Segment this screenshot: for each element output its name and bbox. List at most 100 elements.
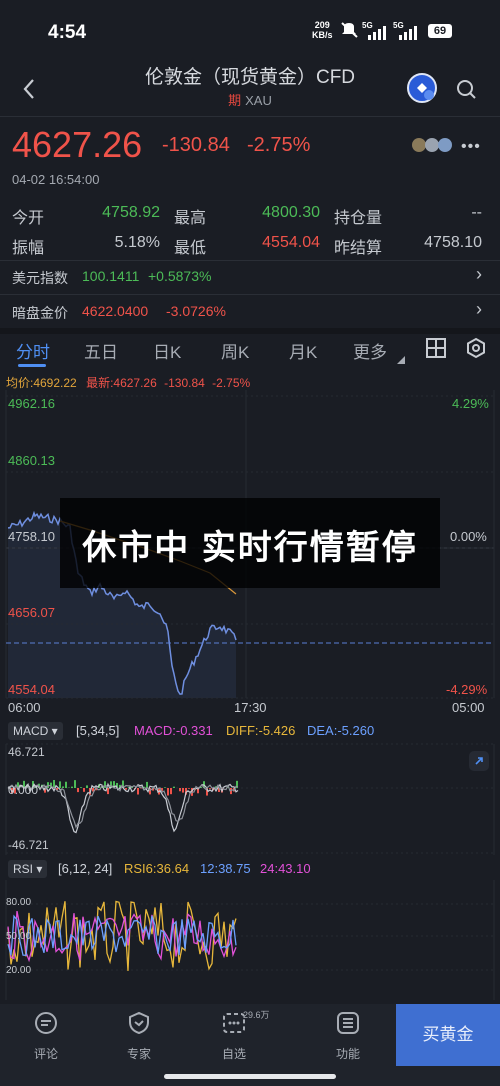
tab-daily-k[interactable]: 日K xyxy=(153,338,181,363)
rsi-selector[interactable]: RSI ▾ xyxy=(8,860,48,878)
related-row-dollar-index[interactable] xyxy=(0,261,500,293)
y-label-mid: 4758.10 xyxy=(8,529,55,544)
y-label-upper: 4860.13 xyxy=(8,453,55,468)
macd-bar xyxy=(77,788,79,793)
stat-value-high: 4800.30 xyxy=(262,204,320,221)
macd-bottom-label: -46.721 xyxy=(8,838,49,852)
signal-icon-2 xyxy=(399,26,417,40)
network-speed: 209 KB/s xyxy=(312,20,333,40)
stat-label-prev-settle: 昨结算 xyxy=(334,240,383,257)
macd-params: [5,34,5] xyxy=(76,723,120,738)
stat-label-low: 最低 xyxy=(174,240,207,257)
current-price: 4627.26 xyxy=(12,124,143,165)
stat-label-high: 最高 xyxy=(174,210,207,227)
stat-value-amplitude: 5.18% xyxy=(114,234,160,251)
buy-gold-button[interactable]: 买黄金 xyxy=(396,1004,500,1066)
rsi-chart xyxy=(5,880,495,1000)
dea-value: DEA:-5.260 xyxy=(307,723,375,738)
rsi-bottom-label: 20.00 xyxy=(6,965,32,976)
macd-bar xyxy=(86,785,88,788)
market-closed-text: 休市中 实时行情暂停 xyxy=(82,529,418,567)
macd-bar xyxy=(65,781,67,788)
macd-bar xyxy=(80,787,82,788)
stat-label-amplitude: 振幅 xyxy=(12,240,45,257)
app-screen: 4:54 209 KB/s 5G 5G 69 伦敦金（现货黄金）CFD 期 XAU … xyxy=(0,0,500,1086)
rsi-params: [6,12, 24] xyxy=(58,861,113,876)
pct-label-top: 4.29% xyxy=(452,396,489,411)
battery-icon: 69 xyxy=(428,24,452,38)
macd-bar xyxy=(71,786,73,788)
x-label-end: 05:00 xyxy=(452,700,485,715)
macd-selector[interactable]: MACD ▾ xyxy=(8,722,63,740)
rsi12-value: 12:38.75 xyxy=(200,861,251,876)
watch-count: 29.6万 xyxy=(243,1010,270,1020)
x-label-start: 06:00 xyxy=(8,700,41,715)
macd-bar xyxy=(182,788,184,793)
search-icon[interactable] xyxy=(454,77,478,101)
price-change: -130.84 xyxy=(162,134,230,156)
dropdown-corner-icon xyxy=(397,356,405,364)
diff-value: DIFF:-5.426 xyxy=(226,723,296,738)
stat-label-open: 今开 xyxy=(12,210,45,227)
stat-value-open: 4758.92 xyxy=(102,204,160,221)
nav-function-label: 功能 xyxy=(335,1047,360,1061)
rsi24-value: 24:43.10 xyxy=(260,861,311,876)
pct-label-bottom: -4.29% xyxy=(446,682,488,697)
y-label-lower: 4656.07 xyxy=(8,605,55,620)
avatar-group[interactable] xyxy=(410,136,458,154)
related-label-dark-gold: 暗盘金价 xyxy=(12,305,68,321)
expert-icon xyxy=(129,1011,149,1035)
chevron-right-icon[interactable]: › xyxy=(476,299,482,320)
comment-icon xyxy=(35,1012,57,1034)
macd-bar xyxy=(173,786,175,788)
grid-layout-icon[interactable] xyxy=(425,337,447,359)
indicator-line xyxy=(7,782,239,834)
function-icon xyxy=(337,1012,359,1034)
nav-watchlist-label: 自选 xyxy=(221,1047,246,1061)
pct-label-mid: 0.00% xyxy=(450,529,487,544)
y-label-top: 4962.16 xyxy=(8,396,55,411)
rsi6-value: RSI6:36.64 xyxy=(124,861,190,876)
ai-assistant-icon[interactable] xyxy=(407,73,437,103)
macd-bar xyxy=(62,786,64,788)
tab-active-indicator xyxy=(18,364,46,367)
header-divider xyxy=(0,116,500,117)
settings-hexagon-icon[interactable] xyxy=(465,337,487,359)
stat-label-open-interest: 持仓量 xyxy=(334,210,383,227)
macd-bar xyxy=(137,788,139,795)
nav-comment[interactable]: 评论 xyxy=(11,1010,81,1062)
macd-bar xyxy=(59,781,61,788)
related-row-dark-gold[interactable] xyxy=(0,295,500,327)
related-change-dark-gold: -3.0726% xyxy=(166,303,226,319)
chevron-right-icon[interactable]: › xyxy=(476,264,482,285)
macd-bar xyxy=(107,788,109,795)
stat-value-open-interest: -- xyxy=(471,204,482,221)
macd-chart xyxy=(5,743,495,855)
intraday-chart[interactable] xyxy=(0,368,500,1004)
tab-weekly-k[interactable]: 周K xyxy=(221,338,249,363)
stat-value-prev-settle: 4758.10 xyxy=(424,234,482,251)
section-divider xyxy=(0,328,500,334)
nav-expert[interactable]: 专家 xyxy=(104,1010,174,1062)
rsi-top-label: 80.00 xyxy=(6,897,32,908)
macd-top-label: 46.721 xyxy=(8,745,45,759)
tab-monthly-k[interactable]: 月K xyxy=(289,338,317,363)
more-options-icon[interactable]: ••• xyxy=(461,138,481,156)
macd-bar xyxy=(83,788,85,792)
macd-bar xyxy=(188,788,190,789)
nav-expert-label: 专家 xyxy=(126,1047,151,1061)
x-label-mid: 17:30 xyxy=(234,700,267,715)
tab-intraday[interactable]: 分时 xyxy=(16,338,50,363)
macd-bar xyxy=(167,788,169,796)
indicator-line xyxy=(7,783,239,829)
macd-bar xyxy=(209,788,211,789)
macd-bar xyxy=(74,780,76,788)
tab-more[interactable]: 更多 xyxy=(353,338,387,363)
expand-icon[interactable] xyxy=(468,750,490,772)
mute-icon xyxy=(341,22,358,38)
home-indicator[interactable] xyxy=(164,1074,336,1079)
nav-function[interactable]: 功能 xyxy=(313,1010,383,1062)
signal-icon xyxy=(368,26,386,40)
symbol-code: XAU xyxy=(245,93,272,108)
tab-five-day[interactable]: 五日 xyxy=(84,338,118,363)
